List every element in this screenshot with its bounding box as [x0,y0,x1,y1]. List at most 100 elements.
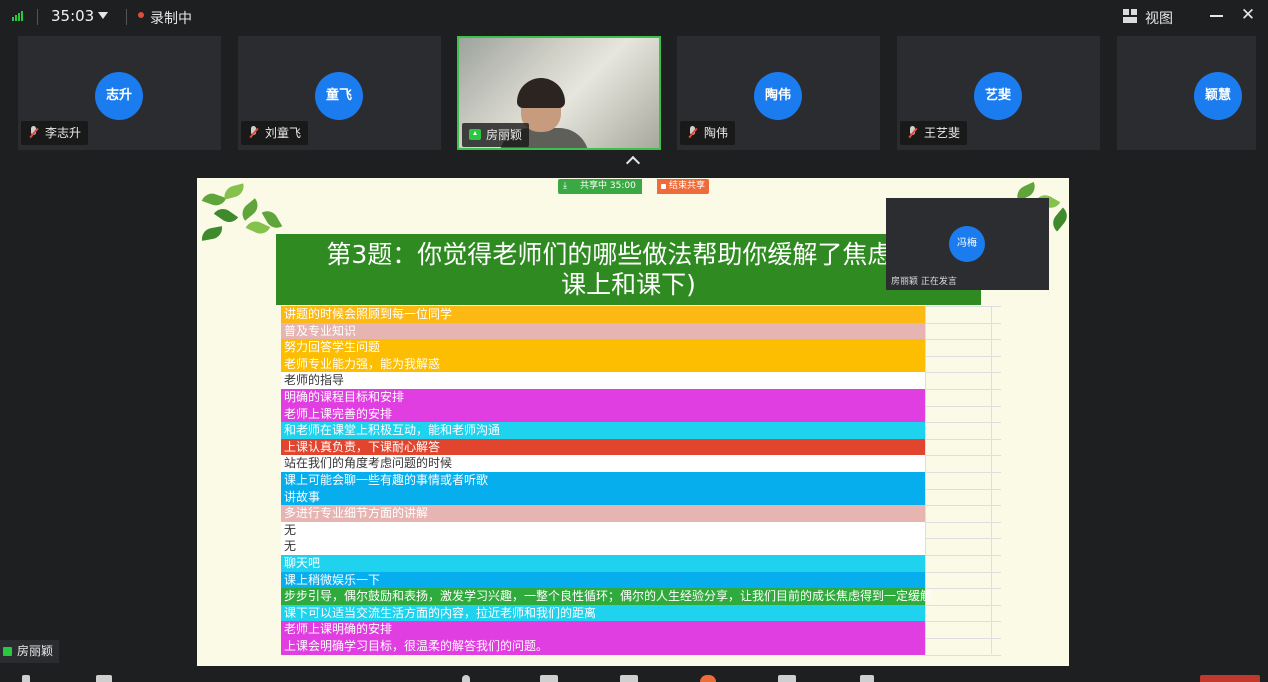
answer-row: 讲题的时候会照顾到每一位同学 [281,306,925,323]
participants-icon[interactable] [540,675,558,682]
top-bar: 35:03 录制中 视图 ✕ [0,0,1268,34]
leaf-decoration [213,204,239,227]
slide-title-line-2: 课上和课下) [561,270,696,299]
grid-line [925,405,1001,407]
answer-row: 上课会明确学习目标，很温柔的解答我们的问题。 [281,638,925,655]
record-icon[interactable] [700,675,716,682]
network-signal-icon[interactable] [12,11,24,21]
self-view-tag[interactable]: 房丽颖 [0,640,60,663]
participant-tile[interactable]: 颖慧 [1117,36,1256,150]
participant-name: 房丽颖 [486,128,523,142]
leave-meeting-button[interactable] [1200,675,1260,682]
avatar: 志升 [95,72,143,120]
chevron-down-icon[interactable] [98,12,108,19]
grid-view-icon[interactable] [1123,9,1138,23]
participant-tile[interactable]: 志升 李志升 [18,36,221,150]
answer-row: 明确的课程目标和安排 [281,389,925,406]
answer-row: 聊天吧 [281,555,925,572]
avatar: 童飞 [315,72,363,120]
participant-name: 刘童飞 [265,126,302,140]
spreadsheet-grid [925,306,1001,656]
grid-line [925,654,1001,656]
answer-row: 努力回答学生问题 [281,339,925,357]
avatar: 陶伟 [754,72,802,120]
grid-line [925,621,1001,623]
camera-icon[interactable] [96,675,112,682]
mic-muted-icon [907,126,919,140]
participant-name-tag: 陶伟 [680,121,736,145]
participant-tile[interactable]: 童飞 刘童飞 [238,36,441,150]
answer-row: 老师的指导 [281,372,925,390]
security-icon[interactable] [462,675,470,682]
grid-line [925,488,1001,490]
participant-tile[interactable]: 陶伟 陶伟 [677,36,880,150]
answer-row: 老师上课明确的安排 [281,621,925,639]
participant-name-tag: 王艺斐 [900,121,968,145]
grid-line [925,571,1001,573]
grid-line [925,422,1001,424]
participant-video-tile[interactable]: 房丽颖 [457,36,661,150]
grid-line [925,372,1001,374]
recording-dot-icon [138,12,144,18]
participant-name-tag: 房丽颖 [462,123,530,147]
participant-name: 王艺斐 [924,126,961,140]
share-screen-icon[interactable] [620,675,638,682]
mic-muted-icon [687,126,699,140]
settings-icon[interactable] [860,675,874,682]
grid-line [925,455,1001,457]
screen-share-icon [3,647,12,656]
answer-row: 和老师在课堂上积极互动，能和老师沟通 [281,422,925,440]
grid-line [925,521,1001,523]
mic-muted-icon [28,126,40,140]
apps-icon[interactable] [778,675,796,682]
meeting-timer: 35:03 [51,7,95,25]
answer-row: 课下可以适当交流生活方面的内容，拉近老师和我们的距离 [281,604,925,622]
leaf-decoration [221,183,247,200]
grid-line [925,438,1001,440]
answer-row: 课上稍微娱乐一下 [281,571,925,589]
answer-row: 老师上课完善的安排 [281,405,925,423]
grid-line [991,306,992,654]
minimize-icon[interactable] [1209,8,1225,24]
participant-name: 陶伟 [704,126,729,140]
participant-name-tag: 刘童飞 [241,121,309,145]
chevron-up-icon[interactable] [625,156,641,166]
answer-row: 老师专业能力强，能为我解惑 [281,355,925,373]
answer-row: 上课认真负责，下课耐心解答 [281,438,925,456]
answer-row: 普及专业知识 [281,322,925,340]
grid-line [925,638,1001,639]
recording-status[interactable]: 录制中 [150,8,192,28]
answer-row: 无 [281,521,925,539]
sharing-status-badge[interactable]: 共享中 35:00 [558,179,642,194]
avatar: 冯梅 [949,226,985,262]
grid-line [925,322,1001,324]
divider [37,9,38,25]
participant-name-tag: 李志升 [21,121,89,145]
answer-row: 无 [281,538,925,556]
answer-row: 讲故事 [281,488,925,506]
grid-line [925,604,1001,606]
grid-line [925,472,1001,473]
answer-row: 多进行专业细节方面的讲解 [281,505,925,523]
grid-line [925,588,1001,590]
active-speaker-card[interactable]: 冯梅 房丽颖 正在发言 [886,198,1049,290]
grid-line [925,306,1001,307]
mic-muted-icon [248,126,260,140]
grid-line [925,389,1001,390]
participant-tile[interactable]: 艺斐 王艺斐 [897,36,1100,150]
slide-title-band: 第3题：你觉得老师们的哪些做法帮助你缓解了焦虑?（ 课上和课下) [276,234,981,305]
grid-line [925,555,1001,556]
answer-row: 站在我们的角度考虑问题的时候 [281,455,925,473]
slide-title: 第3题：你觉得老师们的哪些做法帮助你缓解了焦虑?（ 课上和课下) [276,240,981,300]
mic-icon[interactable] [22,675,30,682]
stop-sharing-button[interactable]: 结束共享 [657,179,710,194]
leaf-decoration [201,190,227,209]
leaf-decoration [238,198,262,221]
screen-share-icon [469,129,481,140]
view-button[interactable]: 视图 [1145,8,1173,28]
grid-line [925,355,1001,357]
avatar: 艺斐 [974,72,1022,120]
speaking-indicator: 房丽颖 正在发言 [891,277,957,287]
grid-line [925,505,1001,507]
close-icon[interactable]: ✕ [1240,7,1256,24]
